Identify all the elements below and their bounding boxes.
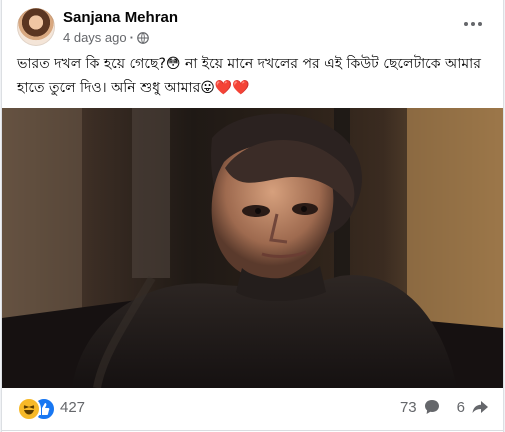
post-timestamp[interactable]: 4 days ago [63,30,127,45]
comment-count-button[interactable]: 73 [400,398,441,416]
share-count: 6 [456,398,465,416]
post-meta: 4 days ago · [63,30,149,45]
more-options-button[interactable] [459,12,487,36]
comment-icon [424,400,439,414]
reaction-count[interactable]: 427 [60,399,85,416]
more-options-icon [464,22,482,26]
author-name[interactable]: Sanjana Mehran [63,9,178,26]
post-photo[interactable] [2,108,503,388]
reaction-icons[interactable] [17,397,56,421]
reactions-bar: 427 73 6 [2,388,503,431]
post-header: Sanjana Mehran 4 days ago · [2,0,503,52]
comment-count: 73 [399,398,417,416]
globe-icon[interactable] [137,31,149,44]
author-avatar[interactable] [17,8,55,46]
share-count-button[interactable]: 6 [457,398,489,416]
share-icon [472,401,488,413]
engagement-stats: 73 6 [400,398,489,416]
meta-separator: · [129,30,134,45]
haha-reaction-icon [17,397,41,421]
photo-artwork [2,108,503,388]
post-card: Sanjana Mehran 4 days ago · ভারত দখল কি … [1,0,504,432]
post-caption: ভারত দখল কি হয়ে গেছে?😳 না ইয়ে মানে দখল… [17,56,481,96]
